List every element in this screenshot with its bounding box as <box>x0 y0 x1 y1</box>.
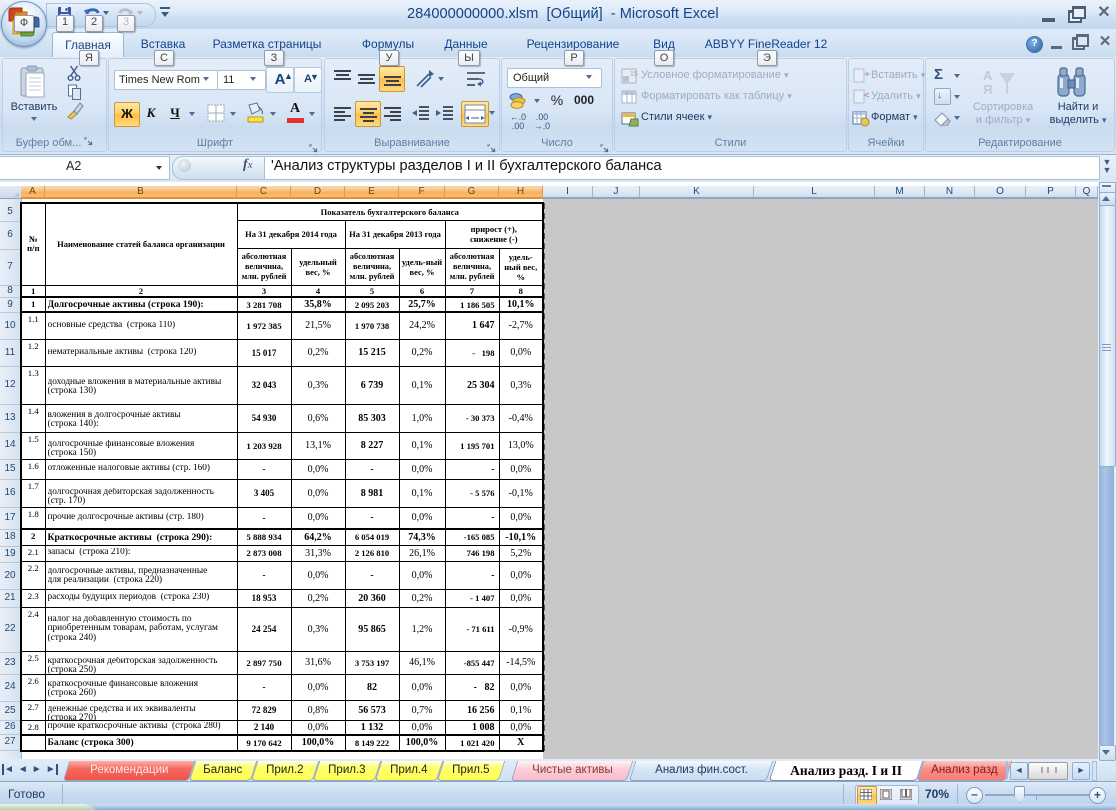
svg-text:15: 15 <box>630 71 638 78</box>
svg-text:А: А <box>983 68 993 83</box>
svg-text:Я: Я <box>983 82 992 97</box>
